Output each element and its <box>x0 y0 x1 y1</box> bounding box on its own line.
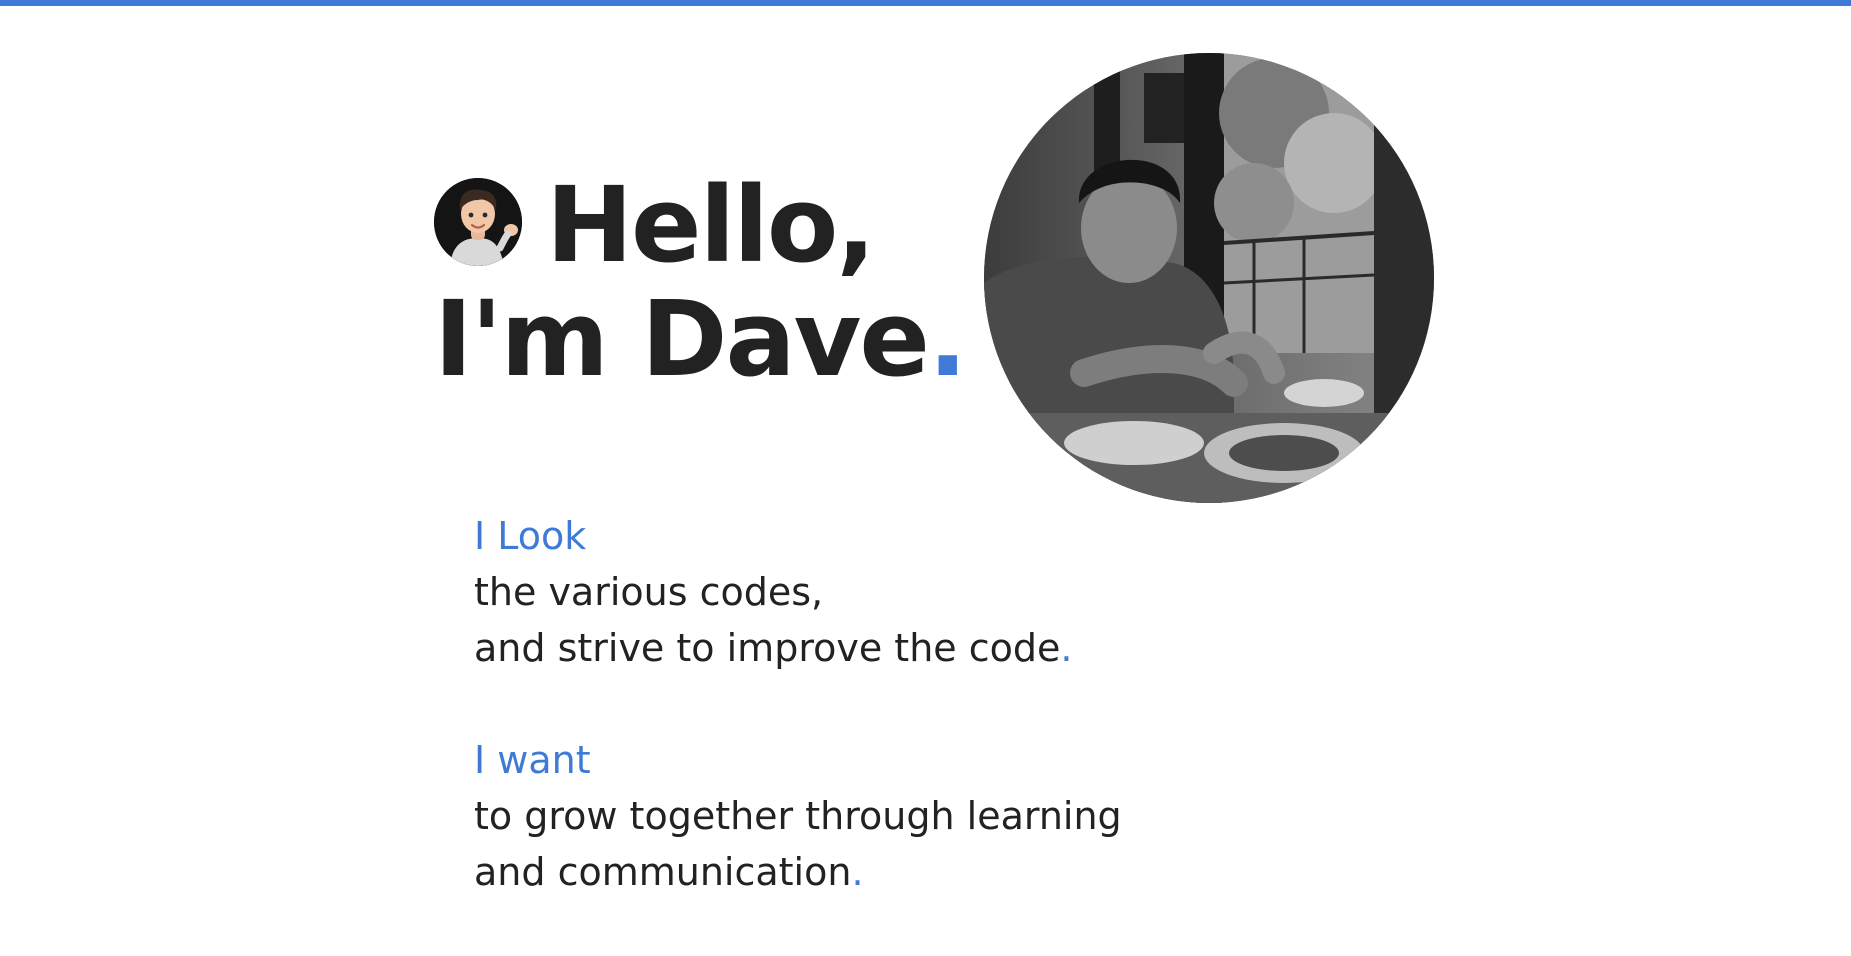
intro-dot: . <box>1060 626 1073 670</box>
name-line: I'm Dave. <box>434 282 967 396</box>
greeting-text: Hello, <box>546 164 876 286</box>
intro-line: to grow together through learning <box>474 794 1122 838</box>
intro-dot: . <box>851 850 864 894</box>
hero-headline: Hello, I'm Dave. <box>434 164 967 396</box>
profile-photo <box>984 53 1434 503</box>
intro-line-text: and communication <box>474 850 852 894</box>
hero-section: Hello, I'm Dave. I Look the various code… <box>0 0 1851 894</box>
intro-line: the various codes, <box>474 570 824 614</box>
intro-heading: I want <box>474 738 591 782</box>
name-text: I'm Dave <box>434 278 930 400</box>
intro-line: and communication. <box>474 844 1122 900</box>
intro-heading: I Look <box>474 514 587 558</box>
intro-block-want: I want to grow together through learning… <box>474 732 1122 900</box>
intro-line: and strive to improve the code. <box>474 620 1122 676</box>
intro-line-text: and strive to improve the code <box>474 626 1061 670</box>
name-dot: . <box>927 278 967 400</box>
intro-block-look: I Look the various codes, and strive to … <box>474 508 1122 676</box>
intro-text: I Look the various codes, and strive to … <box>474 508 1122 956</box>
